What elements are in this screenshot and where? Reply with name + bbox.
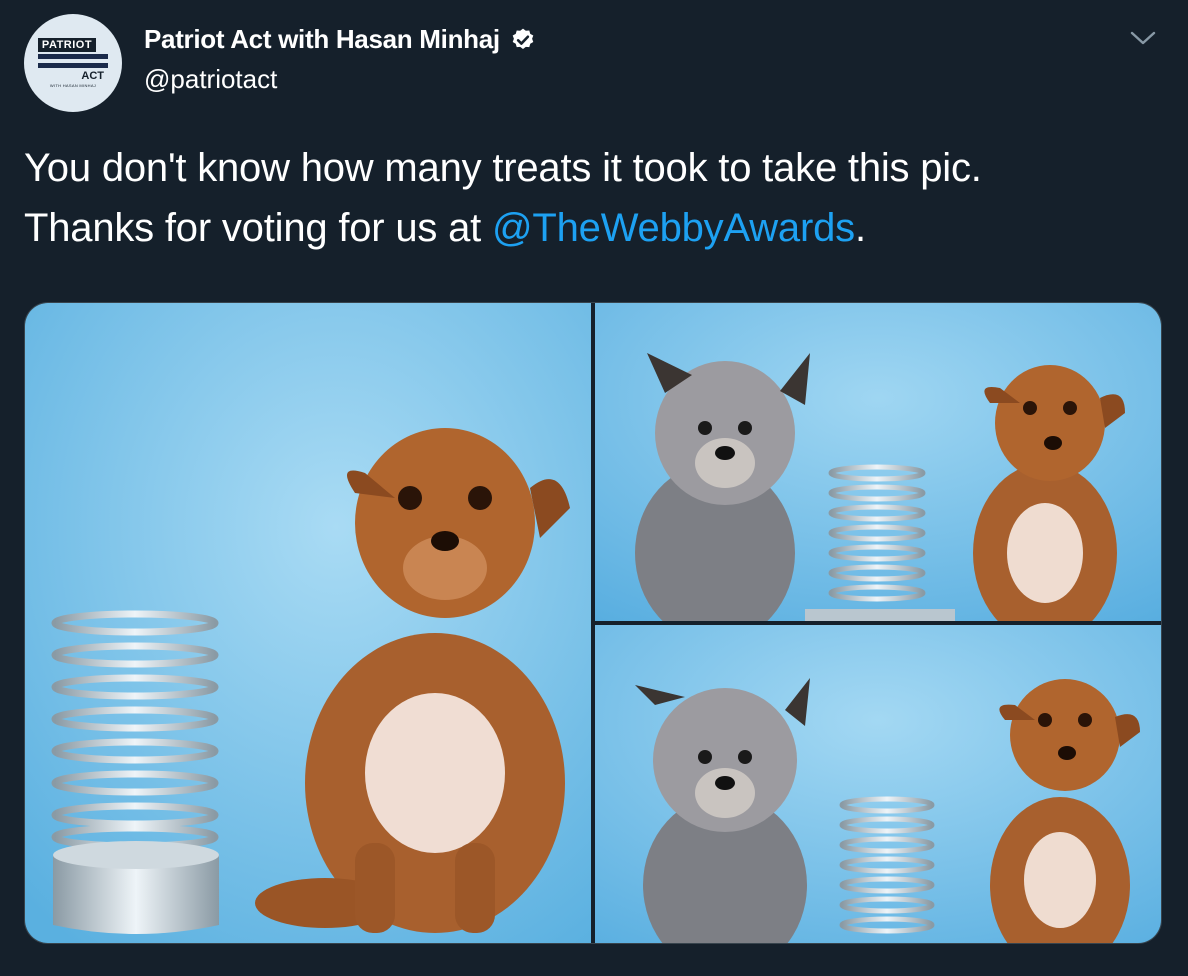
mention-link[interactable]: @TheWebbyAwards [492, 206, 855, 250]
verified-badge-icon [512, 28, 534, 49]
avatar-logo-bar [38, 54, 108, 59]
chevron-down-icon[interactable] [1128, 28, 1158, 48]
avatar-logo-act: ACT [81, 70, 104, 82]
display-name[interactable]: Patriot Act with Hasan Minhaj [144, 24, 500, 55]
photo-two-dogs-1[interactable] [595, 303, 1161, 621]
photo-dog-with-award[interactable] [25, 303, 591, 943]
tweet-text-line1: You don't know how many treats it took t… [24, 146, 982, 190]
tweet-text-line2: Thanks for voting for us at @TheWebbyAwa… [24, 198, 1164, 258]
avatar-logo-bar [38, 63, 108, 68]
tweet-text: You don't know how many treats it took t… [24, 138, 1164, 258]
display-name-row[interactable]: Patriot Act with Hasan Minhaj [144, 24, 536, 55]
avatar-logo-sub: WITH HASAN MINHAJ [49, 83, 97, 88]
user-handle[interactable]: @patriotact [144, 64, 277, 95]
photo-two-dogs-2[interactable] [595, 625, 1161, 943]
tweet-text-suffix: . [854, 206, 866, 250]
profile-avatar[interactable]: PATRIOT ACT WITH HASAN MINHAJ [24, 14, 122, 112]
avatar-logo-patriot: PATRIOT [37, 38, 97, 52]
tweet-text-prefix: Thanks for voting for us at [24, 206, 492, 250]
media-grid [24, 302, 1162, 944]
